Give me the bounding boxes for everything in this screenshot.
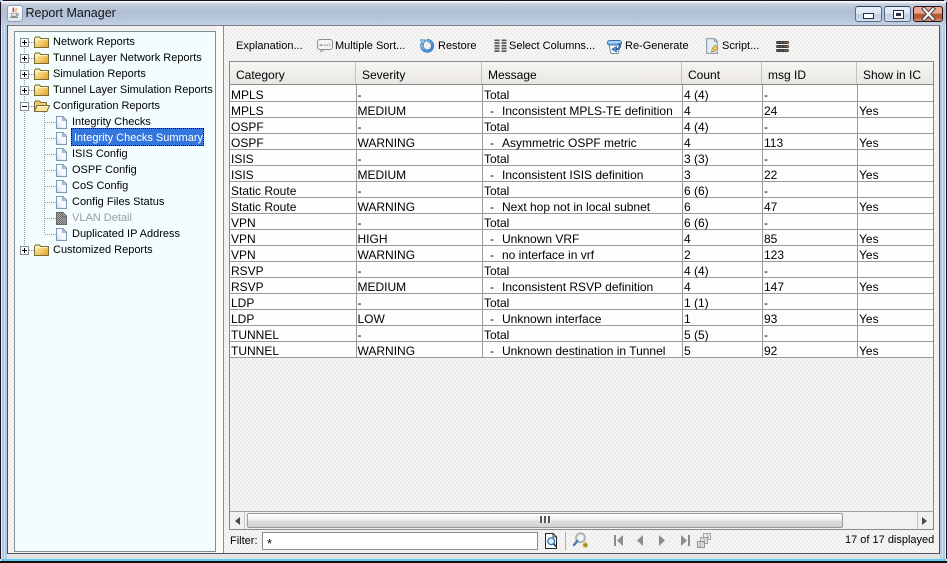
svg-text:3: 3 [706, 535, 709, 541]
svg-text:2: 2 [702, 539, 705, 545]
